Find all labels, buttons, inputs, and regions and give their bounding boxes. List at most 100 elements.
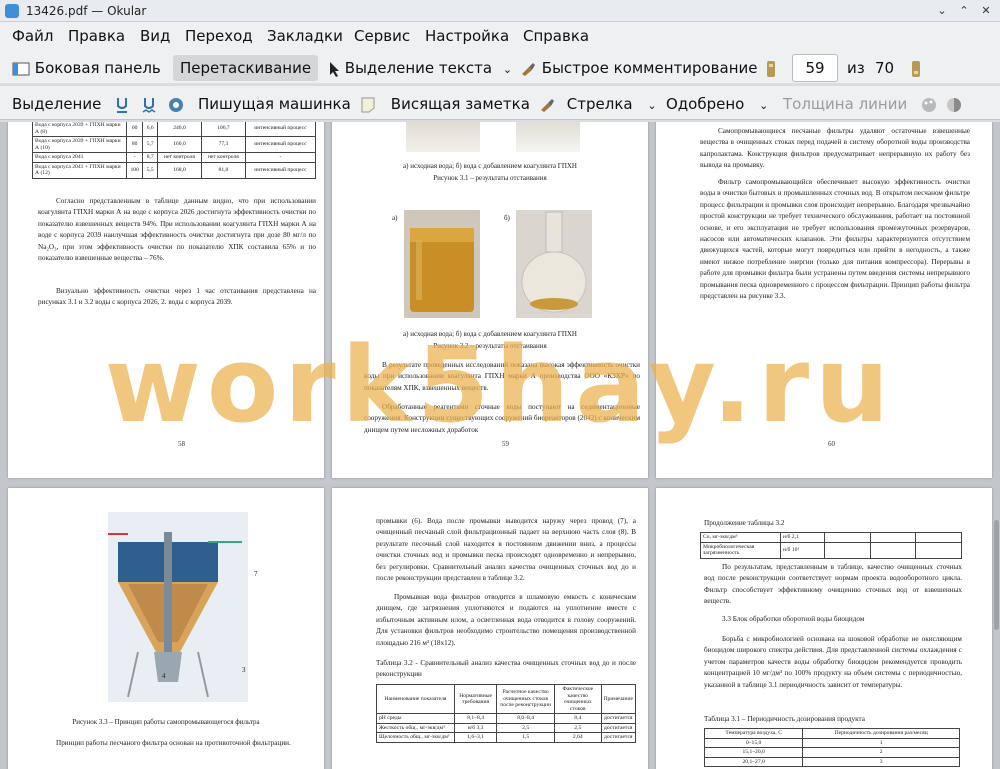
okular-app-icon [5, 4, 19, 18]
table-cell: н/б 2,1 [780, 532, 825, 543]
close-icon[interactable]: ✕ [978, 3, 994, 19]
arrow-brush-icon [541, 98, 554, 112]
underline-tool[interactable] [115, 91, 129, 117]
photo-jar-top-a [406, 122, 480, 152]
table-row: Щелочность общ., мг-экв/дм³ 1,6–3,1 1,5 2,6… [376, 732, 636, 743]
page-58: Вода с корпуса 2039 + ГПХН марки А (8) 60… [8, 122, 324, 478]
table-cell [824, 541, 871, 559]
line-width-control[interactable]: Толщина линии [783, 91, 907, 117]
menu-file[interactable]: Файл [12, 27, 53, 45]
palette-icon [922, 97, 936, 112]
squiggly-underline-icon [142, 97, 156, 113]
diagram-label: 4 [162, 672, 166, 680]
document-viewport[interactable]: Вода с корпуса 2039 + ГПХН марки А (8) 60… [0, 122, 1000, 769]
approved-stamp-select[interactable]: Одобрено ⌄ [666, 91, 768, 117]
menu-edit[interactable]: Правка [68, 27, 125, 45]
table-cell: 8,0–8,4 [496, 713, 556, 724]
opacity-tool[interactable] [945, 91, 963, 117]
main-toolbar: Боковая панель Перетаскивание Выделение … [0, 50, 1000, 84]
table-cell: 2,5 [496, 722, 556, 733]
table-header-cell: Температура воздуха, С [703, 728, 804, 739]
continuation-table: Cu, мг-экв/дм³ н/б 2,1 Микробиологическая… [700, 532, 962, 559]
table-cell: Вода с корпуса 2039 + ГПХН марки А (10) [32, 136, 127, 153]
table-cell: 3 [802, 756, 960, 767]
table-cell [824, 532, 871, 543]
table-cell: нет контроля [200, 152, 246, 163]
page-60: Самопромывающиеся песчаные фильтры удаля… [656, 122, 992, 478]
table-header-cell: Фактическое качество очищенных стоков [554, 684, 602, 714]
table-cell: pH среды [376, 713, 455, 724]
chevron-down-icon[interactable]: ⌄ [647, 99, 656, 112]
table-cell: Щелочность общ., мг-экв/дм³ [376, 732, 455, 743]
table-cell [869, 532, 917, 543]
drag-mode-button[interactable]: Перетаскивание [173, 55, 319, 81]
table-cell: 60 [125, 122, 144, 137]
table-cell: достигается [600, 722, 636, 733]
table-cell: Жесткость общ., мг-экв/дм³ [376, 722, 455, 733]
table-cell: 81,0 [200, 161, 246, 179]
page-63: Продолжение таблицы 3.2 Cu, мг-экв/дм³ н/… [656, 488, 992, 769]
brush-icon [522, 62, 535, 76]
window-titlebar: 13426.pdf — Okular ⌄ ⌃ ✕ [0, 0, 1000, 22]
table-header-cell: Примечание [600, 684, 636, 714]
vertical-scrollbar[interactable] [992, 122, 1000, 769]
scrollbar-thumb[interactable] [994, 520, 999, 630]
table-continuation-title: Продолжение таблицы 3.2 [704, 519, 785, 527]
minimize-icon[interactable]: ⌄ [934, 3, 950, 19]
selection-tool[interactable]: Выделение [12, 91, 101, 117]
chevron-down-icon[interactable]: ⌄ [759, 99, 768, 112]
paragraph: Визуально эффективность очистки через 1 … [38, 287, 316, 307]
table-cell: 8,1–8,4 [453, 713, 498, 724]
table-cell: 5,5 [142, 161, 159, 179]
squiggly-tool[interactable] [142, 91, 156, 117]
table-cell [915, 532, 962, 543]
page-number: 60 [828, 440, 835, 448]
text-select-button[interactable]: Выделение текста ⌄ [328, 55, 512, 81]
diagram-label: 3 [242, 666, 246, 674]
typewriter-tool[interactable]: Пишущая машинка [198, 91, 351, 117]
table-cell: 6,6 [142, 122, 159, 137]
figure-title: Рисунок 3.3 – Принцип работы самопромыва… [72, 718, 260, 726]
page-number-input[interactable]: 59 [792, 54, 838, 82]
table-row: Микробиологическая загрязненность н/б 10⁵ [700, 541, 962, 559]
menu-settings[interactable]: Настройка [425, 27, 509, 45]
note-icon [361, 97, 375, 112]
quick-comment-button[interactable]: Быстрое комментирование [519, 55, 758, 81]
table-header-cell: Периодичность дозирования раз/месяц [802, 728, 960, 739]
arrow-tool[interactable]: Стрелка ⌄ [538, 91, 657, 117]
chevron-down-icon[interactable]: ⌄ [503, 63, 512, 76]
paragraph: Фильтр самопромывающийся обеспечивает вы… [700, 178, 970, 301]
menu-help[interactable]: Справка [523, 27, 589, 45]
opacity-icon [947, 97, 961, 112]
table-cell: 100 [125, 161, 144, 179]
table-row: pH среды 8,1–8,4 8,0–8,4 8,4 достигается [376, 713, 636, 724]
table-cell: Cu, мг-экв/дм³ [700, 532, 781, 543]
sidebar-button[interactable]: Боковая панель [12, 55, 161, 81]
table-cell: 2,5 [554, 722, 602, 733]
stamp-tool[interactable] [167, 91, 185, 117]
table-cell: Вода с корпуса 2041 [32, 152, 127, 163]
table-cell: 168,0 [157, 161, 202, 179]
table-cell: - [244, 152, 317, 163]
hanging-note-tool[interactable]: Висящая заметка [360, 91, 530, 117]
menu-bookmarks[interactable]: Закладки [267, 27, 343, 45]
table-header-row: Температура воздуха, С Периодичность дози… [703, 728, 960, 739]
underline-icon [117, 97, 127, 113]
menu-view[interactable]: Вид [140, 27, 170, 45]
sidebar-icon [12, 62, 30, 75]
previous-page-button[interactable] [765, 55, 777, 81]
color-tool[interactable] [920, 91, 938, 117]
table-row: 20,1–27,0 3 [703, 756, 960, 767]
hanging-note-label: Висящая заметка [390, 95, 530, 113]
maximize-icon[interactable]: ⌃ [956, 3, 972, 19]
next-page-button[interactable] [910, 55, 922, 81]
table-row: Вода с корпуса 2039 + ГПХН марки А (10) 8… [32, 136, 317, 153]
label-a: а) [392, 214, 398, 222]
menu-tools[interactable]: Сервис [354, 27, 410, 45]
table-cell: интенсивный процесс [244, 136, 317, 153]
label-b: б) [504, 214, 510, 222]
menu-go[interactable]: Переход [185, 27, 253, 45]
cursor-icon [330, 61, 339, 77]
table-cell: нет контроля [157, 152, 202, 163]
table-row: Вода с корпуса 2041-8,7 нет контроля нет к… [32, 152, 317, 163]
